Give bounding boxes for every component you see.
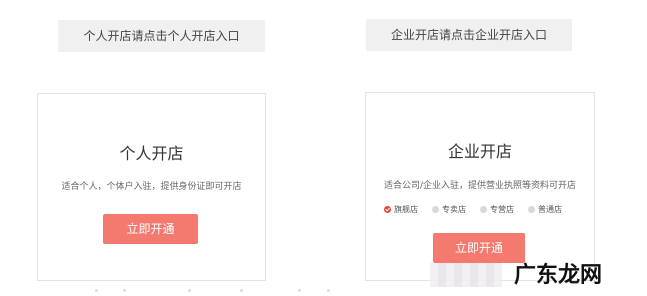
personal-store-description: 适合个人，个体户入驻，提供身份证即可开店 [61,182,242,192]
dot [327,289,330,292]
company-store-title: 企业开店 [447,142,512,161]
site-watermark: 广东龙网 [514,262,603,288]
checked-radio-icon[interactable] [384,206,391,213]
personal-store-card: 个人开店 适合个人，个体户入驻，提供身份证即可开店 立即开通 [37,93,266,281]
store-type-exclusive[interactable]: 专卖店 [432,204,466,215]
store-type-label: 专卖店 [442,205,466,214]
personal-store-title: 个人开店 [119,144,184,163]
watermark-mosaic [430,263,502,287]
personal-store-entry-link[interactable]: 个人开店请点击个人开店入口 [58,20,265,52]
store-type-flagship[interactable]: 旗舰店 [384,204,418,215]
radio-icon[interactable] [528,206,535,213]
radio-icon[interactable] [432,206,439,213]
dot [123,289,126,292]
company-open-now-button[interactable]: 立即开通 [433,233,525,263]
radio-icon[interactable] [480,206,487,213]
store-type-options: 旗舰店 专卖店 专营店 普通店 [384,204,584,215]
dot [95,289,98,292]
company-store-entry-link[interactable]: 企业开店请点击企业开店入口 [366,19,572,51]
company-store-description: 适合公司/企业入驻，提供营业执照等资料可开店 [383,181,577,191]
dot [298,289,301,292]
store-type-label: 旗舰店 [394,205,418,214]
store-type-specialty[interactable]: 专营店 [480,204,514,215]
personal-open-now-button[interactable]: 立即开通 [103,214,198,244]
company-store-card: 企业开店 适合公司/企业入驻，提供营业执照等资料可开店 旗舰店 专卖店 专营店 … [365,92,595,281]
dot [240,289,243,292]
store-type-label: 普通店 [538,205,562,214]
dot [188,289,191,292]
store-type-label: 专营店 [490,205,514,214]
store-type-standard[interactable]: 普通店 [528,204,562,215]
